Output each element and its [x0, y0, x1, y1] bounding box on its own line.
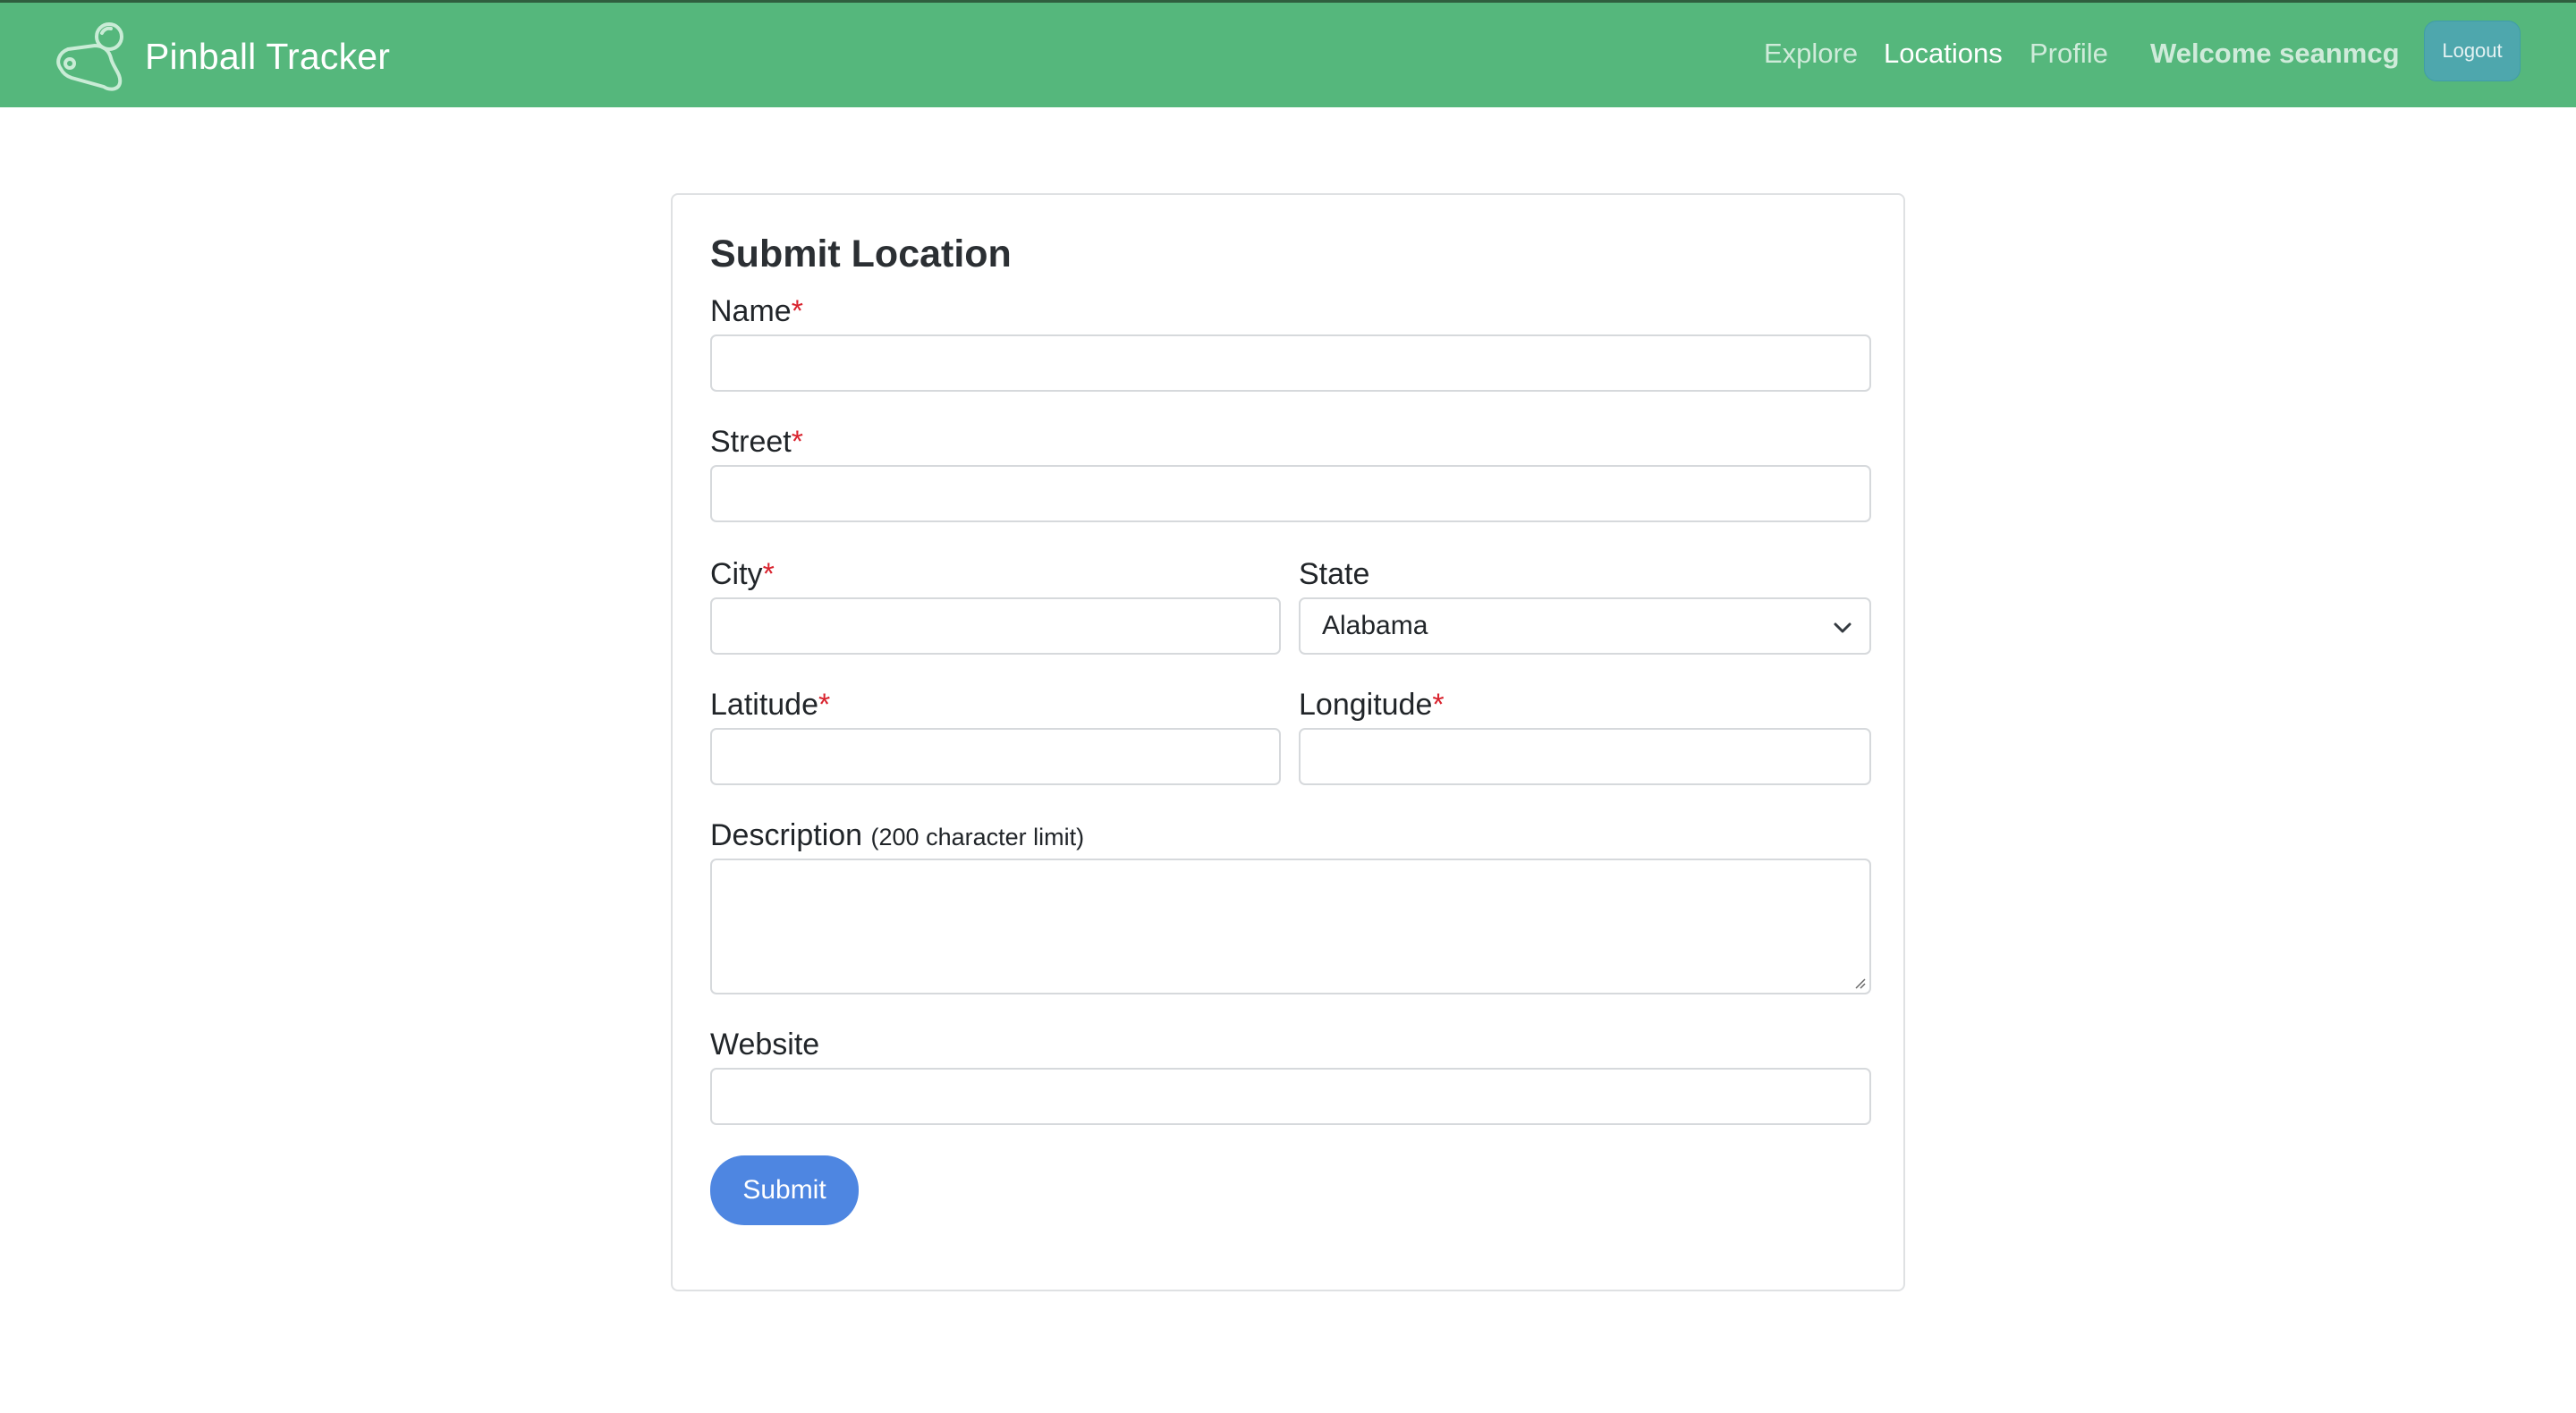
city-input[interactable] — [710, 597, 1281, 655]
required-mark: * — [818, 688, 831, 722]
resize-handle-icon[interactable] — [1852, 975, 1866, 989]
state-select[interactable]: Alabama — [1299, 597, 1871, 655]
description-label: Description (200 character limit) — [710, 817, 1084, 855]
name-label-text: Name — [710, 294, 792, 328]
navbar: Pinball Tracker Explore Locations Profil… — [0, 3, 2576, 107]
name-input[interactable] — [710, 334, 1871, 392]
latitude-label-text: Latitude — [710, 688, 818, 722]
app-title: Pinball Tracker — [145, 35, 391, 77]
nav-explore[interactable]: Explore — [1764, 36, 1858, 72]
welcome-text: Welcome seanmcg — [2150, 38, 2400, 69]
submit-button[interactable]: Submit — [710, 1155, 859, 1225]
latitude-label: Latitude* — [710, 687, 830, 723]
name-label: Name* — [710, 293, 803, 329]
brand-link[interactable]: Pinball Tracker — [52, 21, 390, 92]
description-hint: (200 character limit) — [870, 824, 1085, 850]
latitude-input[interactable] — [710, 728, 1281, 785]
logout-button[interactable]: Logout — [2424, 21, 2521, 81]
required-mark: * — [791, 425, 803, 459]
pinball-logo-icon — [56, 22, 123, 91]
required-mark: * — [762, 557, 775, 591]
submit-location-card: Submit Location Name* Street* City* Stat… — [671, 193, 1905, 1291]
required-mark: * — [791, 294, 803, 328]
longitude-input[interactable] — [1299, 728, 1871, 785]
state-label: State — [1299, 556, 1369, 592]
state-label-text: State — [1299, 557, 1370, 591]
longitude-label: Longitude* — [1299, 687, 1445, 723]
street-label-text: Street — [710, 425, 792, 459]
chevron-down-icon — [1834, 622, 1852, 633]
description-label-text: Description — [710, 818, 863, 852]
street-input[interactable] — [710, 465, 1871, 522]
longitude-label-text: Longitude — [1299, 688, 1433, 722]
city-label: City* — [710, 556, 775, 592]
city-label-text: City — [710, 557, 763, 591]
nav-profile[interactable]: Profile — [2029, 36, 2108, 72]
website-label-text: Website — [710, 1028, 820, 1062]
page-title: Submit Location — [710, 233, 1012, 275]
required-mark: * — [1432, 688, 1445, 722]
website-input[interactable] — [710, 1068, 1871, 1125]
street-label: Street* — [710, 424, 803, 460]
state-selected-value: Alabama — [1322, 611, 1428, 640]
nav-locations[interactable]: Locations — [1884, 36, 2003, 72]
description-textarea[interactable] — [710, 859, 1871, 994]
website-label: Website — [710, 1027, 819, 1062]
